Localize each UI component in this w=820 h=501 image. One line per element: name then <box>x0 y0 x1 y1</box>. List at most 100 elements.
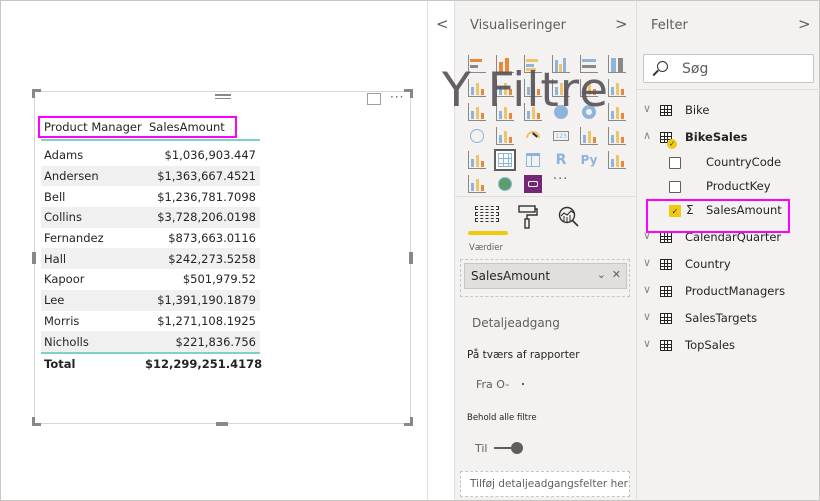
divider <box>455 196 637 197</box>
gauge-icon[interactable] <box>524 127 542 145</box>
card-icon[interactable]: 123 <box>552 127 570 145</box>
field-checkbox[interactable] <box>669 181 681 193</box>
field-table-bikesales[interactable]: ∧ ✓ BikeSales <box>637 128 820 149</box>
drillthrough-fields-well[interactable]: Tilføj detaljeadgangsfelter her <box>460 471 630 497</box>
table-row[interactable]: Fernandez $873,663.0116 <box>41 228 260 249</box>
field-table-productmanagers[interactable]: ∨ ProductManagers <box>637 282 820 302</box>
visualizations-expand-chevron-icon[interactable]: > <box>615 15 628 33</box>
ribbon-chart-icon[interactable] <box>608 79 626 97</box>
resize-handle-bottom-right[interactable] <box>410 417 413 426</box>
field-table-salestargets[interactable]: ∨ SalesTargets <box>637 309 820 329</box>
slicer-icon[interactable] <box>468 151 486 169</box>
cell-product-manager: Andersen <box>44 169 99 184</box>
scatter-chart-icon[interactable] <box>524 103 542 121</box>
cell-product-manager: Nicholls <box>44 334 89 349</box>
table-icon[interactable] <box>494 149 516 171</box>
collapse-chevron-icon[interactable]: ∧ <box>643 129 651 142</box>
table-row[interactable]: Nicholls $221,836.756 <box>41 331 260 352</box>
stacked-column-chart-icon[interactable] <box>496 55 514 73</box>
key-influencers-icon[interactable] <box>608 151 626 169</box>
table-visual[interactable]: ··· Product Manager SalesAmount Adams $1,… <box>32 89 413 426</box>
cross-report-toggle[interactable] <box>522 383 524 385</box>
values-well[interactable]: SalesAmount ⌄ ✕ <box>460 259 630 297</box>
resize-handle-top-right[interactable] <box>410 89 413 98</box>
drag-grip-icon[interactable] <box>215 92 231 101</box>
table-row[interactable]: Lee $1,391,190.1879 <box>41 289 260 311</box>
expand-chevron-icon[interactable]: ∨ <box>643 310 651 323</box>
treemap-icon[interactable] <box>608 103 626 121</box>
stacked-bar-chart-icon[interactable] <box>468 55 486 73</box>
arcgis-map-icon[interactable] <box>496 175 514 193</box>
map-icon[interactable] <box>468 127 486 145</box>
fields-collapse-chevron-icon[interactable]: > <box>798 15 811 33</box>
filled-map-icon[interactable] <box>496 127 514 145</box>
table-row[interactable]: Morris $1,271,108.1925 <box>41 311 260 332</box>
values-field-pill[interactable]: SalesAmount ⌄ ✕ <box>464 263 627 289</box>
100-stacked-bar-chart-icon[interactable] <box>580 55 598 73</box>
waterfall-chart-icon[interactable] <box>468 103 486 121</box>
expand-chevron-icon[interactable]: ∨ <box>643 256 651 269</box>
analytics-magnifier-icon[interactable] <box>558 206 580 228</box>
cross-report-toggle-state[interactable]: Fra O- <box>476 378 509 391</box>
fields-search[interactable] <box>643 54 814 83</box>
multi-row-card-icon[interactable] <box>580 127 598 145</box>
cell-sales-amount: $1,271,108.1925 <box>157 313 256 328</box>
table-row[interactable]: Adams $1,036,903.447 <box>41 145 260 166</box>
donut-chart-icon[interactable] <box>580 103 598 121</box>
table-row[interactable]: Hall $242,273.5258 <box>41 248 260 270</box>
kpi-icon[interactable] <box>608 127 626 145</box>
format-paint-roller-icon[interactable] <box>517 204 539 230</box>
table-row[interactable]: Kapoor $501,979.52 <box>41 269 260 290</box>
expand-chevron-icon[interactable]: ∨ <box>643 102 651 115</box>
field-table-topsales[interactable]: ∨ TopSales <box>637 336 820 356</box>
decomposition-tree-icon[interactable] <box>468 175 486 193</box>
resize-handle-top-left[interactable] <box>32 89 35 98</box>
table-icon <box>660 232 672 243</box>
table-icon <box>660 105 672 116</box>
fields-search-input[interactable] <box>682 59 807 79</box>
stacked-area-chart-icon[interactable] <box>524 79 542 97</box>
report-canvas[interactable]: ··· Product Manager SalesAmount Adams $1,… <box>0 0 427 501</box>
field-countrycode[interactable]: CountryCode <box>637 153 820 173</box>
100-stacked-column-chart-icon[interactable] <box>608 55 626 73</box>
expand-chevron-icon[interactable]: ∨ <box>643 283 651 296</box>
clustered-bar-chart-icon[interactable] <box>524 55 542 73</box>
resize-handle-left[interactable] <box>32 252 36 264</box>
resize-handle-right[interactable] <box>409 252 413 264</box>
field-checkbox[interactable] <box>669 157 681 169</box>
r-visual-icon[interactable]: R <box>552 151 570 169</box>
field-table-country[interactable]: ∨ Country <box>637 255 820 275</box>
more-visuals-icon[interactable]: ··· <box>552 172 570 193</box>
collapse-pane-chevron-icon[interactable]: < <box>436 15 449 33</box>
resize-handle-bottom-left[interactable] <box>32 417 35 426</box>
field-table-bike[interactable]: ∨ Bike <box>637 101 820 121</box>
custom-visual-icon[interactable] <box>524 175 542 193</box>
line-chart-icon[interactable] <box>468 79 486 97</box>
cell-product-manager: Hall <box>44 251 67 266</box>
line-clustered-column-chart-icon[interactable] <box>552 79 570 97</box>
focus-mode-icon[interactable] <box>367 93 381 105</box>
field-options-chevron-icon[interactable]: ⌄ <box>597 268 606 281</box>
pie-chart-icon[interactable] <box>552 103 570 121</box>
resize-handle-bottom[interactable] <box>216 422 228 426</box>
table-name: TopSales <box>685 338 736 352</box>
matrix-icon[interactable] <box>524 151 542 169</box>
field-highlight-box <box>646 199 790 233</box>
funnel-chart-icon[interactable] <box>496 103 514 121</box>
fields-tab-icon[interactable] <box>475 206 499 224</box>
more-options-icon[interactable]: ··· <box>390 90 404 104</box>
collapse-strip: < <box>427 0 455 501</box>
table-row[interactable]: Andersen $1,363,667.4521 <box>41 165 260 187</box>
python-visual-icon[interactable]: Py <box>580 151 598 169</box>
visualizations-pane: Visualiseringer > 123 R Py ··· Værdier Sale… <box>455 0 637 501</box>
line-stacked-column-chart-icon[interactable] <box>580 79 598 97</box>
keep-filters-toggle[interactable] <box>494 441 524 455</box>
table-row[interactable]: Collins $3,728,206.0198 <box>41 207 260 228</box>
clustered-column-chart-icon[interactable] <box>552 55 570 73</box>
cell-sales-amount: $1,236,781.7098 <box>157 189 256 204</box>
table-row[interactable]: Bell $1,236,781.7098 <box>41 186 260 207</box>
expand-chevron-icon[interactable]: ∨ <box>643 337 651 350</box>
remove-field-icon[interactable]: ✕ <box>612 268 621 281</box>
area-chart-icon[interactable] <box>496 79 514 97</box>
field-productkey[interactable]: ProductKey <box>637 177 820 197</box>
